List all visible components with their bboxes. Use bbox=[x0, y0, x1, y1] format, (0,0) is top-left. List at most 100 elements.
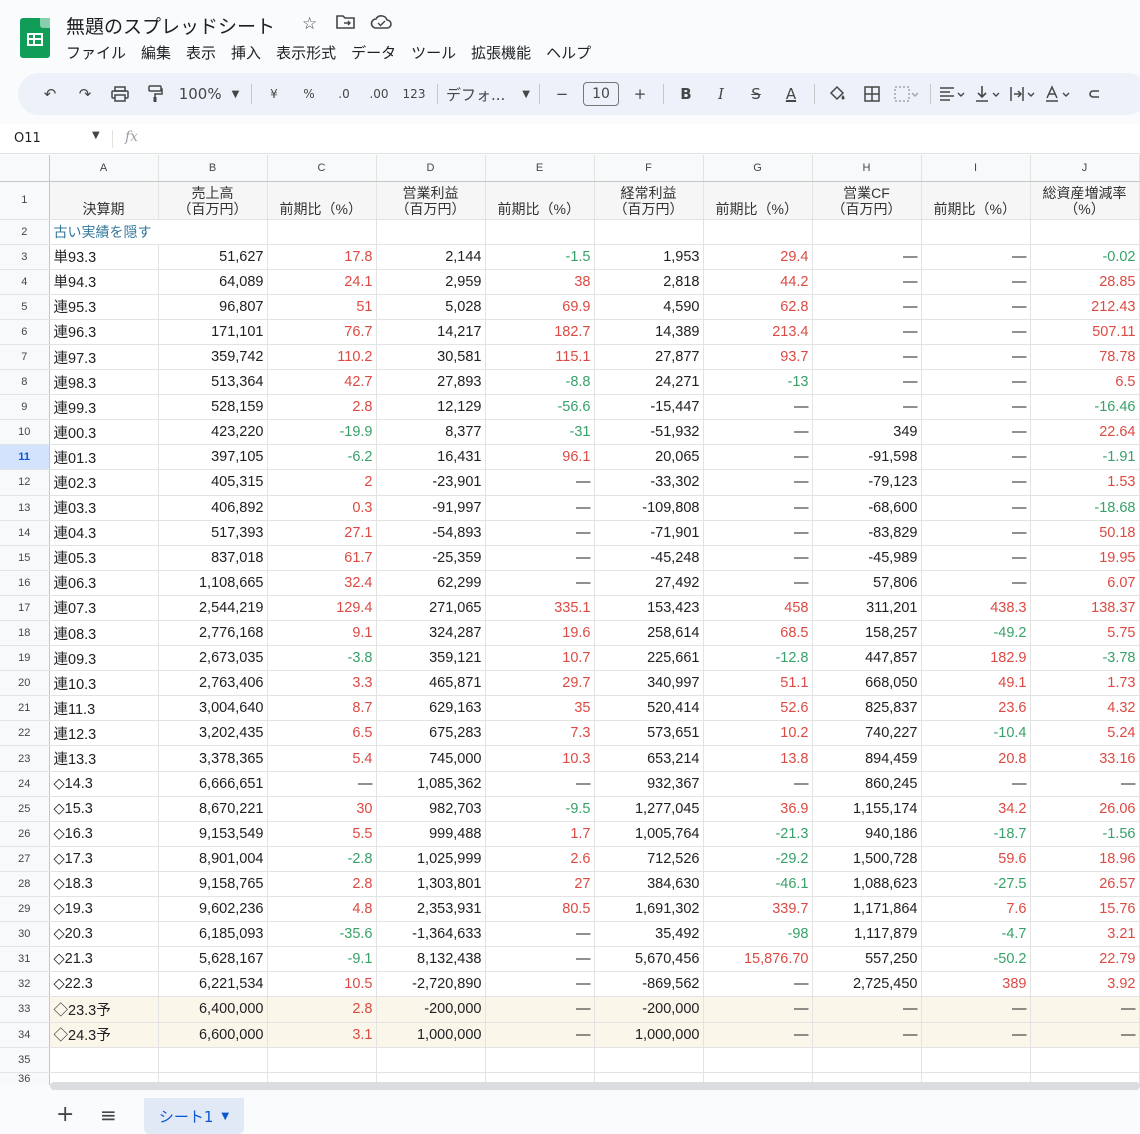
cell-total-assets-change[interactable]: -1.56 bbox=[1030, 821, 1140, 847]
cell[interactable] bbox=[49, 1047, 159, 1073]
row-header[interactable]: 25 bbox=[0, 796, 50, 822]
cell-operating-cf[interactable]: 894,459 bbox=[812, 745, 922, 772]
row-header[interactable]: 19 bbox=[0, 645, 50, 672]
cell-fiscal-period[interactable]: 単93.3 bbox=[49, 244, 159, 270]
cell-cf-yoy[interactable]: 59.6 bbox=[921, 846, 1031, 872]
cell-fiscal-period[interactable]: 連98.3 bbox=[49, 369, 159, 396]
cell-sales[interactable]: 2,776,168 bbox=[158, 620, 268, 647]
cell-operating-profit[interactable]: 982,703 bbox=[376, 796, 486, 822]
cell-ordinary-yoy[interactable]: -12.8 bbox=[703, 645, 813, 672]
cell-fiscal-period[interactable]: 連12.3 bbox=[49, 720, 159, 747]
cell-ordinary-profit[interactable]: -200,000 bbox=[594, 996, 704, 1023]
cell-cf-yoy[interactable]: — bbox=[921, 495, 1031, 521]
cell-ordinary-profit[interactable]: -33,302 bbox=[594, 469, 704, 496]
cell-ordinary-yoy[interactable]: 62.8 bbox=[703, 294, 813, 320]
cell-sales-yoy[interactable]: 76.7 bbox=[267, 319, 377, 345]
row-header[interactable]: 8 bbox=[0, 369, 50, 396]
cell-sales[interactable]: 359,742 bbox=[158, 344, 268, 371]
cell-sales-yoy[interactable]: -9.1 bbox=[267, 946, 377, 973]
row-header[interactable]: 11 bbox=[0, 444, 50, 471]
cell-sales[interactable]: 6,221,534 bbox=[158, 971, 268, 998]
row-header[interactable]: 7 bbox=[0, 344, 50, 371]
cell-ordinary-profit[interactable]: -869,562 bbox=[594, 971, 704, 998]
cell-total-assets-change[interactable]: 3.92 bbox=[1030, 971, 1140, 998]
cell-sales-yoy[interactable]: 17.8 bbox=[267, 244, 377, 270]
header-cell-sales-yoy[interactable]: 前期比（%） bbox=[267, 181, 377, 220]
cell-operating-cf[interactable]: 158,257 bbox=[812, 620, 922, 647]
cell-ordinary-profit[interactable]: -51,932 bbox=[594, 419, 704, 446]
menu-data[interactable]: データ bbox=[351, 42, 396, 63]
merge-cells-icon[interactable] bbox=[893, 80, 921, 108]
cell-operating-cf[interactable]: — bbox=[812, 269, 922, 295]
cell-operating-cf[interactable]: 349 bbox=[812, 419, 922, 446]
horizontal-scrollbar[interactable] bbox=[50, 1082, 1140, 1090]
cell[interactable] bbox=[1030, 219, 1140, 245]
cell-fiscal-period[interactable]: 連08.3 bbox=[49, 620, 159, 647]
cell-fiscal-period[interactable]: 連96.3 bbox=[49, 319, 159, 345]
cell-ordinary-profit[interactable]: 1,691,302 bbox=[594, 896, 704, 923]
cell-sales-yoy[interactable]: 2.8 bbox=[267, 871, 377, 898]
cell-fiscal-period[interactable]: 連07.3 bbox=[49, 595, 159, 622]
row-header[interactable]: 27 bbox=[0, 846, 50, 872]
cell-fiscal-period[interactable]: 単94.3 bbox=[49, 269, 159, 295]
cell-operating-profit[interactable]: -2,720,890 bbox=[376, 971, 486, 998]
cell-total-assets-change[interactable]: 78.78 bbox=[1030, 344, 1140, 371]
cell[interactable] bbox=[921, 219, 1031, 245]
cell-ordinary-profit[interactable]: 712,526 bbox=[594, 846, 704, 872]
cell-operating-profit[interactable]: 271,065 bbox=[376, 595, 486, 622]
cell-fiscal-period[interactable]: 連03.3 bbox=[49, 495, 159, 521]
column-header-g[interactable]: G bbox=[703, 155, 813, 182]
header-cell-ordinary-yoy[interactable]: 前期比（%） bbox=[703, 181, 813, 220]
cell-fiscal-period[interactable]: 連05.3 bbox=[49, 545, 159, 571]
cell[interactable] bbox=[267, 219, 377, 245]
cell-ordinary-yoy[interactable]: — bbox=[703, 394, 813, 421]
cell-ordinary-profit[interactable]: 20,065 bbox=[594, 444, 704, 471]
cell-sales[interactable]: 2,544,219 bbox=[158, 595, 268, 622]
cell-operating-cf[interactable]: — bbox=[812, 319, 922, 345]
cell-total-assets-change[interactable]: 15.76 bbox=[1030, 896, 1140, 923]
cell-ordinary-profit[interactable]: 4,590 bbox=[594, 294, 704, 320]
cell-operating-cf[interactable]: -83,829 bbox=[812, 520, 922, 546]
cell-ordinary-profit[interactable]: 653,214 bbox=[594, 745, 704, 772]
cell-sales-yoy[interactable]: 0.3 bbox=[267, 495, 377, 521]
row-header[interactable]: 3 bbox=[0, 244, 50, 270]
cell[interactable] bbox=[267, 1047, 377, 1073]
cell-operating-yoy[interactable]: 29.7 bbox=[485, 670, 595, 697]
cell-fiscal-period[interactable]: ◇16.3 bbox=[49, 821, 159, 847]
header-cell-fiscal-period[interactable]: 決算期 bbox=[49, 181, 159, 220]
column-header-b[interactable]: B bbox=[158, 155, 268, 182]
cell-sales[interactable]: 528,159 bbox=[158, 394, 268, 421]
cell-fiscal-period[interactable]: 連06.3 bbox=[49, 570, 159, 596]
cell[interactable] bbox=[485, 219, 595, 245]
cell-ordinary-yoy[interactable]: — bbox=[703, 570, 813, 596]
cell-total-assets-change[interactable]: 6.5 bbox=[1030, 369, 1140, 396]
cell-cf-yoy[interactable]: — bbox=[921, 545, 1031, 571]
cell-fiscal-period[interactable]: ◇24.3予 bbox=[49, 1022, 159, 1048]
cell[interactable] bbox=[1030, 1047, 1140, 1073]
cell-total-assets-change[interactable]: 138.37 bbox=[1030, 595, 1140, 622]
cell-cf-yoy[interactable]: 389 bbox=[921, 971, 1031, 998]
cell-operating-yoy[interactable]: 115.1 bbox=[485, 344, 595, 371]
star-icon[interactable]: ☆ bbox=[302, 14, 317, 34]
cell-total-assets-change[interactable]: 1.53 bbox=[1030, 469, 1140, 496]
cell-total-assets-change[interactable]: 22.64 bbox=[1030, 419, 1140, 446]
cell-cf-yoy[interactable]: — bbox=[921, 419, 1031, 446]
cell-total-assets-change[interactable]: 28.85 bbox=[1030, 269, 1140, 295]
cell-ordinary-yoy[interactable]: -13 bbox=[703, 369, 813, 396]
cell-ordinary-profit[interactable]: 35,492 bbox=[594, 921, 704, 948]
cell-operating-profit[interactable]: -91,997 bbox=[376, 495, 486, 521]
cell-sales-yoy[interactable]: 9.1 bbox=[267, 620, 377, 647]
cell-cf-yoy[interactable]: — bbox=[921, 996, 1031, 1023]
row-header[interactable]: 32 bbox=[0, 971, 50, 998]
cell-ordinary-profit[interactable]: 932,367 bbox=[594, 771, 704, 797]
strikethrough-button[interactable]: S bbox=[742, 80, 770, 108]
cell[interactable] bbox=[158, 1047, 268, 1073]
cell-operating-cf[interactable]: 1,117,879 bbox=[812, 921, 922, 948]
row-header[interactable]: 18 bbox=[0, 620, 50, 647]
cell-sales-yoy[interactable]: -2.8 bbox=[267, 846, 377, 872]
cell-operating-cf[interactable]: -91,598 bbox=[812, 444, 922, 471]
cell-cf-yoy[interactable]: 438.3 bbox=[921, 595, 1031, 622]
cell-operating-yoy[interactable]: — bbox=[485, 771, 595, 797]
cell[interactable] bbox=[812, 219, 922, 245]
cell-operating-yoy[interactable]: — bbox=[485, 495, 595, 521]
